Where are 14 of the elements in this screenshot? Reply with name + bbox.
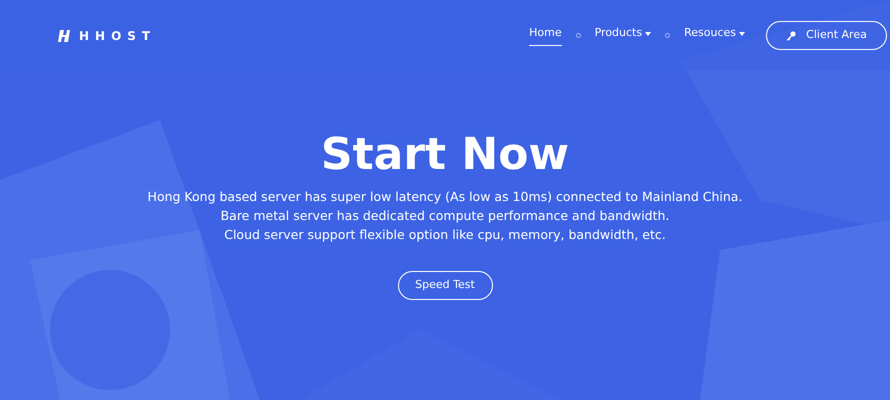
hero-text: Bare metal server has dedicated compute performance and bandwidth. [220, 207, 670, 224]
caret-icon [739, 32, 745, 36]
key-icon [786, 30, 796, 40]
nav-link[interactable]: Products [594, 25, 652, 46]
hero-text: Hong Kong based server has super low latency (As low as 10ms) connected to Mainland China. [148, 188, 742, 205]
hero-text: Cloud server support flexible option like cpu, memory, bandwidth, etc. [224, 226, 666, 243]
nav-link[interactable]: Resouces [684, 25, 745, 46]
client-area-button[interactable]: Client Area [766, 21, 887, 50]
nav-link[interactable]: Home [529, 25, 562, 46]
caret-icon [645, 32, 652, 36]
logo-text: HHOST [79, 28, 156, 44]
speed-test-button[interactable]: Speed Test [398, 271, 492, 300]
hero-title: Start Now [320, 133, 570, 177]
logo-icon [58, 28, 71, 42]
